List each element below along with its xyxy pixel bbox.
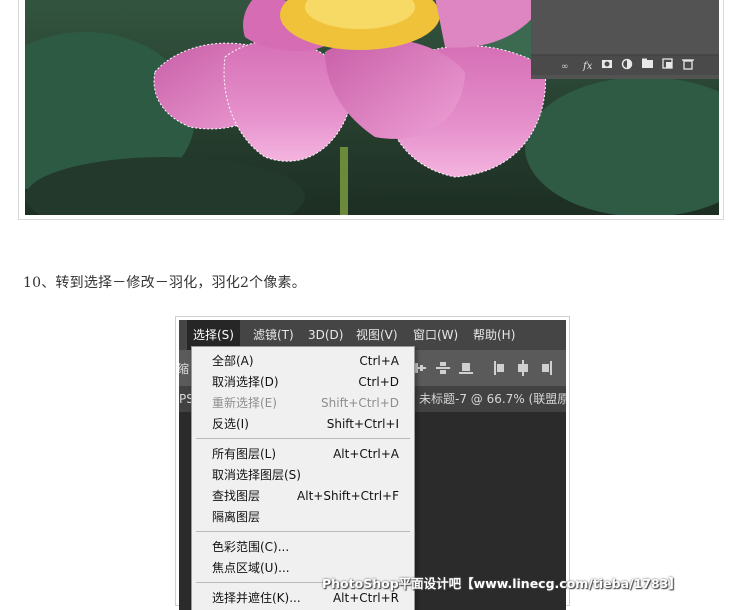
menu-item-shortcut: Shift+Ctrl+D: [321, 396, 399, 410]
instruction-text: 10、转到选择－修改－羽化，羽化2个像素。: [23, 275, 306, 291]
menu-item-label: 反选(I): [212, 417, 249, 431]
menu-item-label: 隔离图层: [212, 510, 261, 524]
mask-icon[interactable]: [602, 60, 612, 68]
menu-item-isolate-layers[interactable]: 隔离图层: [192, 507, 414, 528]
menu-separator: [196, 531, 410, 532]
menu-item-label: 重新选择(E): [212, 396, 277, 410]
lotus-screenshot-frame: ∞ fx: [18, 0, 724, 220]
menu-item-label: 全部(A): [212, 354, 254, 368]
menu-item-label: 选择并遮住(K)...: [212, 591, 301, 605]
menu-item-shortcut: Alt+Shift+Ctrl+F: [297, 489, 399, 503]
link-icon[interactable]: ∞: [561, 62, 569, 72]
options-partial-text: 缩: [179, 362, 190, 376]
lotus-photo: ∞ fx: [25, 0, 719, 215]
distribute-right-icon[interactable]: [539, 359, 555, 377]
menu-item-shortcut: Alt+Ctrl+A: [333, 447, 399, 461]
distribute-hcenter-icon[interactable]: [515, 359, 531, 377]
fx-label: fx: [582, 61, 593, 72]
menu-item-shortcut: Shift+Ctrl+I: [326, 417, 399, 431]
menu-item-deselect[interactable]: 取消选择(D) Ctrl+D: [192, 372, 414, 393]
menu-window[interactable]: 窗口(W): [413, 320, 458, 350]
menu-help[interactable]: 帮助(H): [473, 320, 515, 350]
menu-item-all-layers[interactable]: 所有图层(L) Alt+Ctrl+A: [192, 444, 414, 465]
watermark: PhotoShop平面设计吧【www.linecg.com/tieba/1783…: [322, 576, 681, 591]
align-vcenter-icon[interactable]: [435, 359, 451, 377]
align-bottom-icon[interactable]: [458, 359, 474, 377]
menu-item-all[interactable]: 全部(A) Ctrl+A: [192, 351, 414, 372]
menu-item-label: 所有图层(L): [212, 447, 277, 461]
menu-item-label: 取消选择(D): [212, 375, 279, 389]
menu-item-color-range[interactable]: 色彩范围(C)...: [192, 537, 414, 558]
menu-separator: [196, 438, 410, 439]
menu-item-reselect: 重新选择(E) Shift+Ctrl+D: [192, 393, 414, 414]
menu-item-label: 查找图层: [212, 489, 261, 503]
menu-item-shortcut: Ctrl+A: [359, 354, 399, 368]
menu-item-label: 取消选择图层(S): [212, 468, 301, 482]
svg-text:∞: ∞: [561, 62, 569, 72]
menu-item-deselect-layers[interactable]: 取消选择图层(S): [192, 465, 414, 486]
menu-item-shortcut: Ctrl+D: [358, 375, 399, 389]
document-tab-title[interactable]: 未标题-7 @ 66.7% (联盟原创: [419, 386, 566, 412]
select-menu-dropdown: 全部(A) Ctrl+A 取消选择(D) Ctrl+D 重新选择(E) Shif…: [191, 346, 415, 610]
photoshop-screenshot-frame: 选择(S) 滤镜(T) 3D(D) 视图(V) 窗口(W) 帮助(H) 缩 PS…: [175, 316, 570, 610]
menu-item-find-layers[interactable]: 查找图层 Alt+Shift+Ctrl+F: [192, 486, 414, 507]
photoshop-window: 选择(S) 滤镜(T) 3D(D) 视图(V) 窗口(W) 帮助(H) 缩 PS…: [179, 320, 566, 610]
menu-item-label: 焦点区域(U)...: [212, 561, 290, 575]
fx-icon[interactable]: fx: [582, 61, 593, 72]
menu-item-inverse[interactable]: 反选(I) Shift+Ctrl+I: [192, 414, 414, 435]
lotus-image: ∞ fx: [25, 0, 719, 215]
menu-item-label: 色彩范围(C)...: [212, 540, 290, 554]
distribute-left-icon[interactable]: [491, 359, 507, 377]
